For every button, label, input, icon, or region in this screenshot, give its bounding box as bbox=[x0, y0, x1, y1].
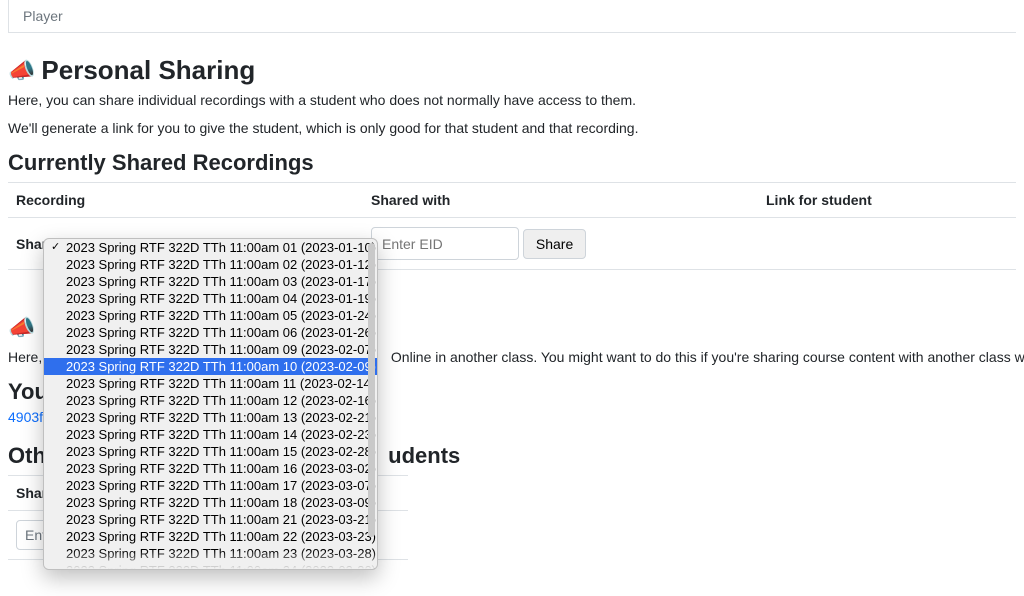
megaphone-icon: 📣 bbox=[8, 60, 35, 82]
dropdown-option[interactable]: 2023 Spring RTF 322D TTh 11:00am 13 (202… bbox=[44, 409, 377, 426]
dropdown-option[interactable]: 2023 Spring RTF 322D TTh 11:00am 24 (202… bbox=[44, 562, 377, 570]
currently-shared-heading: Currently Shared Recordings bbox=[8, 150, 1016, 176]
dropdown-option[interactable]: 2023 Spring RTF 322D TTh 11:00am 05 (202… bbox=[44, 307, 377, 324]
megaphone-icon: 📣 bbox=[8, 317, 35, 339]
dropdown-option[interactable]: 2023 Spring RTF 322D TTh 11:00am 17 (202… bbox=[44, 477, 377, 494]
dropdown-option[interactable]: 2023 Spring RTF 322D TTh 11:00am 16 (202… bbox=[44, 460, 377, 477]
dropdown-scrollbar[interactable] bbox=[368, 243, 375, 537]
share-button[interactable]: Share bbox=[523, 229, 586, 259]
dropdown-option[interactable]: 2023 Spring RTF 322D TTh 11:00am 09 (202… bbox=[44, 341, 377, 358]
dropdown-option[interactable]: 2023 Spring RTF 322D TTh 11:00am 10 (202… bbox=[44, 358, 377, 375]
dropdown-option[interactable]: 2023 Spring RTF 322D TTh 11:00am 18 (202… bbox=[44, 494, 377, 511]
personal-sharing-heading: 📣 Personal Sharing bbox=[8, 55, 1016, 86]
dropdown-option[interactable]: 2023 Spring RTF 322D TTh 11:00am 03 (202… bbox=[44, 273, 377, 290]
dropdown-option[interactable]: 2023 Spring RTF 322D TTh 11:00am 22 (202… bbox=[44, 528, 377, 545]
recording-select-dropdown[interactable]: 2023 Spring RTF 322D TTh 11:00am 01 (202… bbox=[43, 238, 378, 570]
dropdown-option[interactable]: 2023 Spring RTF 322D TTh 11:00am 21 (202… bbox=[44, 511, 377, 528]
col-shared-with: Shared with bbox=[363, 183, 758, 218]
personal-sharing-desc1: Here, you can share individual recording… bbox=[8, 92, 1016, 108]
dropdown-option[interactable]: 2023 Spring RTF 322D TTh 11:00am 04 (202… bbox=[44, 290, 377, 307]
col-recording: Recording bbox=[8, 183, 363, 218]
eid-input[interactable] bbox=[371, 227, 519, 260]
dropdown-option[interactable]: 2023 Spring RTF 322D TTh 11:00am 23 (202… bbox=[44, 545, 377, 562]
dropdown-option[interactable]: 2023 Spring RTF 322D TTh 11:00am 02 (202… bbox=[44, 256, 377, 273]
personal-sharing-desc2: We'll generate a link for you to give th… bbox=[8, 120, 1016, 136]
tab-bar: Player bbox=[8, 0, 1016, 33]
dropdown-option[interactable]: 2023 Spring RTF 322D TTh 11:00am 14 (202… bbox=[44, 426, 377, 443]
dropdown-option[interactable]: 2023 Spring RTF 322D TTh 11:00am 11 (202… bbox=[44, 375, 377, 392]
col-link: Link for student bbox=[758, 183, 1016, 218]
tab-player[interactable]: Player bbox=[9, 0, 77, 32]
dropdown-option[interactable]: 2023 Spring RTF 322D TTh 11:00am 15 (202… bbox=[44, 443, 377, 460]
dropdown-option[interactable]: 2023 Spring RTF 322D TTh 11:00am 01 (202… bbox=[44, 239, 377, 256]
dropdown-option[interactable]: 2023 Spring RTF 322D TTh 11:00am 06 (202… bbox=[44, 324, 377, 341]
dropdown-option[interactable]: 2023 Spring RTF 322D TTh 11:00am 12 (202… bbox=[44, 392, 377, 409]
personal-sharing-title: Personal Sharing bbox=[41, 55, 255, 86]
